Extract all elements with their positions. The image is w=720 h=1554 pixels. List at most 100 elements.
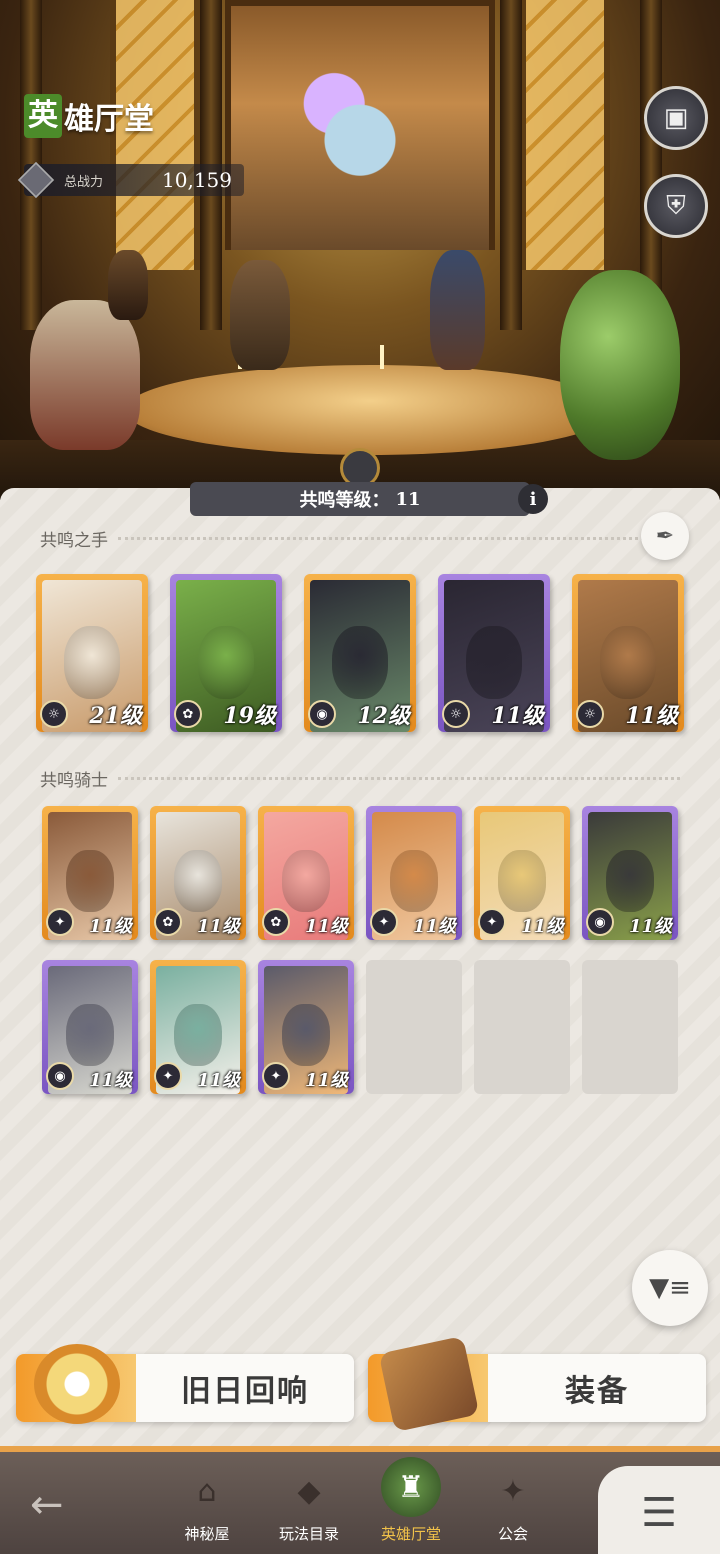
armor-icon: ⛨ — [666, 190, 686, 221]
light-icon: ☼ — [40, 700, 68, 728]
dark-icon: ◉ — [308, 700, 336, 728]
hero-card[interactable]: ◉ 12级 — [304, 574, 416, 732]
echo-button[interactable]: 旧日回响 — [16, 1344, 354, 1424]
nature-icon: ✿ — [174, 700, 202, 728]
filter-button[interactable]: ▼≡ — [632, 1250, 708, 1326]
equipment-button[interactable]: 装备 — [368, 1335, 706, 1433]
hero-figure-bear[interactable] — [30, 300, 140, 450]
nav-label: 英雄厅堂 — [380, 1525, 441, 1543]
round-table — [125, 365, 615, 455]
title-first-char: 英 — [24, 94, 62, 138]
star-icon: ✦ — [478, 908, 506, 936]
hero-card[interactable]: ☼ 11级 — [572, 574, 684, 732]
star-icon: ✦ — [46, 908, 74, 936]
knights-section-header: 共鸣骑士 — [40, 766, 680, 791]
hero-card[interactable]: ✿ 11级 — [258, 806, 354, 940]
nav-item-mystery-house[interactable]: ⌂ 神秘屋 — [152, 1452, 262, 1554]
armor-button[interactable]: ⛨ — [644, 174, 708, 238]
menu-icon: ☰ — [641, 1490, 677, 1536]
dotted-divider — [118, 777, 680, 780]
star-icon: ✦ — [262, 1062, 290, 1090]
dark-icon: ◉ — [46, 1062, 74, 1090]
hero-face — [198, 625, 254, 699]
book-icon: ▣ — [663, 103, 689, 133]
nature-icon: ✿ — [262, 908, 290, 936]
star-icon: ✦ — [370, 908, 398, 936]
hero-level: 11级 — [304, 916, 348, 937]
hero-figure[interactable] — [230, 260, 290, 370]
hero-level: 11级 — [491, 703, 544, 729]
guild-lock-icon: ✦ — [500, 1473, 526, 1509]
empty-hero-slot — [366, 960, 462, 1094]
equipment-label: 装备 — [565, 1374, 629, 1409]
page-title: 英 雄厅堂 — [24, 94, 154, 138]
nav-label: 公会 — [497, 1525, 528, 1543]
hero-face — [174, 1004, 222, 1066]
hero-face — [66, 850, 114, 912]
info-button[interactable]: i — [518, 484, 548, 514]
hero-level: 12级 — [357, 703, 410, 729]
hero-face — [282, 850, 330, 912]
section-title: 共鸣骑士 — [40, 771, 108, 791]
filter-icon: ▼≡ — [649, 1273, 691, 1303]
hero-level: 11级 — [625, 703, 678, 729]
hero-level: 11级 — [88, 916, 132, 937]
section-title: 共鸣之手 — [40, 531, 108, 551]
hero-card[interactable]: ✦ 11级 — [42, 806, 138, 940]
hero-face — [390, 850, 438, 912]
nav-item-game-modes[interactable]: ◆ 玩法目录 — [254, 1452, 364, 1554]
menu-button[interactable]: ☰ — [598, 1466, 720, 1554]
nav-item-guild[interactable]: ✦ 公会 — [458, 1452, 568, 1554]
helmet-icon: ♜ — [381, 1457, 441, 1517]
hero-card[interactable]: ✿ 11级 — [150, 806, 246, 940]
pillar — [500, 0, 522, 330]
hero-figure[interactable] — [430, 250, 485, 370]
nature-icon: ✿ — [154, 908, 182, 936]
hero-level: 19级 — [223, 703, 276, 729]
bottom-nav: ← ⌂ 神秘屋 ◆ 玩法目录 ♜ 英雄厅堂 ✦ 公会 ☰ — [0, 1446, 720, 1554]
quill-button[interactable]: ✒ — [641, 512, 689, 560]
hero-card[interactable]: ✦ 11级 — [150, 960, 246, 1094]
hero-level: 11级 — [88, 1070, 132, 1091]
lock-icon: ◆ — [297, 1473, 321, 1509]
back-arrow-icon[interactable]: ← — [30, 1482, 64, 1528]
hero-level: 11级 — [628, 916, 672, 937]
hero-figure[interactable] — [108, 250, 148, 320]
hero-card[interactable]: ◉ 11级 — [582, 806, 678, 940]
hero-level: 11级 — [196, 916, 240, 937]
hero-face — [332, 625, 388, 699]
hero-face — [600, 625, 656, 699]
light-icon: ☼ — [442, 700, 470, 728]
central-stained-glass — [225, 0, 495, 250]
feather-icon: ✒ — [655, 523, 675, 549]
hero-level: 11级 — [196, 1070, 240, 1091]
resonance-label: 共鸣等级： — [299, 490, 390, 511]
hero-card[interactable]: ◉ 11级 — [42, 960, 138, 1094]
hero-face — [606, 850, 654, 912]
hero-face — [466, 625, 522, 699]
echo-label: 旧日回响 — [181, 1374, 309, 1409]
total-power-bar: 总战力 10,159 — [17, 161, 244, 199]
hero-card[interactable]: ☼ 21级 — [36, 574, 148, 732]
hero-hall-scene — [0, 0, 720, 500]
hero-face — [174, 850, 222, 912]
hero-card[interactable]: ✦ 11级 — [474, 806, 570, 940]
hero-face — [282, 1004, 330, 1066]
candle — [380, 345, 384, 369]
nav-label: 玩法目录 — [278, 1525, 339, 1543]
hero-card[interactable]: ✦ 11级 — [258, 960, 354, 1094]
codex-button[interactable]: ▣ — [644, 86, 708, 150]
hero-card[interactable]: ✦ 11级 — [366, 806, 462, 940]
hero-face — [64, 625, 120, 699]
title-rest: 雄厅堂 — [64, 102, 154, 137]
hero-card[interactable]: ✿ 19级 — [170, 574, 282, 732]
hero-figure-treant[interactable] — [560, 270, 680, 460]
dark-icon: ◉ — [586, 908, 614, 936]
hands-section-header: 共鸣之手 — [40, 526, 680, 551]
nav-item-hero-hall[interactable]: ♜ 英雄厅堂 — [356, 1452, 466, 1554]
hero-card[interactable]: ☼ 11级 — [438, 574, 550, 732]
power-icon — [17, 161, 55, 199]
house-icon: ⌂ — [197, 1473, 217, 1509]
hero-level: 11级 — [412, 916, 456, 937]
empty-hero-slot — [474, 960, 570, 1094]
